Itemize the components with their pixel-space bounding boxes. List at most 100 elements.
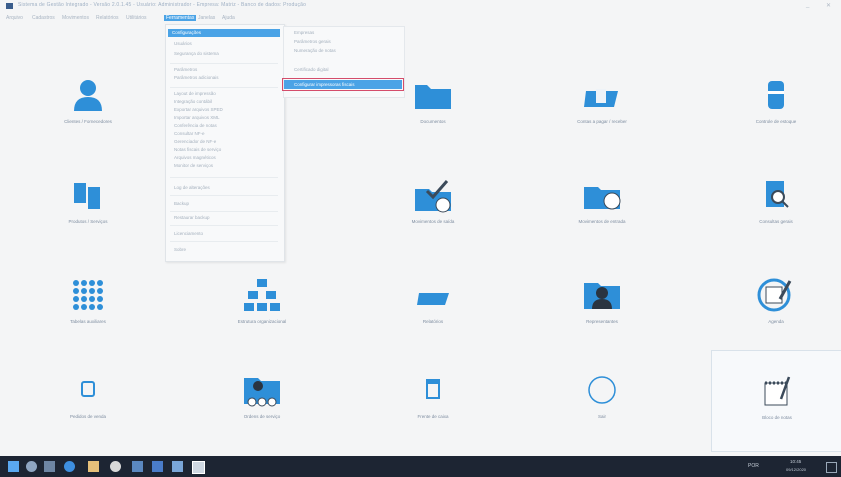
- folder-user-icon: [581, 277, 623, 313]
- folder-icon: [412, 77, 454, 113]
- menu-separator: [170, 63, 278, 64]
- module-tile[interactable]: Tabelas auxiliares: [23, 255, 153, 355]
- submenu-item[interactable]: Empresas: [294, 30, 314, 35]
- module-tile-label: Agenda: [768, 319, 784, 324]
- close-button[interactable]: ✕: [826, 2, 831, 9]
- dropdown-item[interactable]: Usuários: [174, 41, 192, 46]
- module-tile-label: Pedidos de venda: [69, 414, 107, 419]
- store-icon[interactable]: [152, 461, 163, 472]
- grid-icon: [67, 277, 109, 313]
- minimize-button[interactable]: _: [806, 2, 809, 8]
- mail-icon[interactable]: [132, 461, 143, 472]
- dropdown-item[interactable]: Parâmetros adicionais: [174, 75, 219, 80]
- notepad-pen-icon: [756, 373, 798, 409]
- folder-open-icon: [412, 277, 454, 313]
- dropdown-item[interactable]: Arquivos magnéticos: [174, 155, 216, 160]
- module-tile-label: Produtos / Serviços: [68, 219, 108, 224]
- folder-clock-icon: [581, 177, 623, 213]
- dropdown-item[interactable]: Restaurar backup: [174, 215, 210, 220]
- dropdown-item[interactable]: Sobre: [174, 247, 186, 252]
- dropdown-item[interactable]: Log de alterações: [174, 185, 210, 190]
- module-tile[interactable]: Agenda: [711, 255, 841, 355]
- module-tile[interactable]: Movimentos de entrada: [537, 155, 667, 255]
- app-icon[interactable]: [172, 461, 183, 472]
- menu-separator: [170, 241, 278, 242]
- clock-date[interactable]: 09/12/2020: [786, 467, 806, 472]
- menu-file[interactable]: Arquivo: [6, 15, 23, 21]
- dropdown-item[interactable]: Licenciamento: [174, 231, 203, 236]
- module-tile-label: Consultas gerais: [759, 219, 793, 224]
- dropdown-item[interactable]: Integração contábil: [174, 99, 212, 104]
- notepad-edit-icon: [755, 277, 797, 313]
- language-indicator[interactable]: POR: [748, 463, 759, 469]
- module-tile[interactable]: Estrutura organizacional: [197, 255, 327, 355]
- module-tile-label: Representantes: [586, 319, 618, 324]
- circle-icon: [581, 372, 623, 408]
- module-tile-label: Sair: [597, 414, 606, 419]
- module-tile[interactable]: Produtos / Serviços: [23, 155, 153, 255]
- menu-movimentos[interactable]: Movimentos: [62, 15, 89, 21]
- documents-icon: [67, 177, 109, 213]
- module-tile-label: Ordens de serviço: [243, 414, 281, 419]
- dropdown-item[interactable]: Exportar arquivos SPED: [174, 107, 223, 112]
- menu-janelas[interactable]: Janelas: [198, 15, 215, 21]
- dropdown-item[interactable]: Segurança do sistema: [174, 51, 219, 56]
- small-doc-icon: [67, 372, 109, 408]
- module-tile[interactable]: Consultas gerais: [711, 155, 841, 255]
- dropdown-item[interactable]: Layout de impressão: [174, 91, 216, 96]
- module-tile[interactable]: Relatórios: [368, 255, 498, 355]
- dropdown-item[interactable]: Importar arquivos XML: [174, 115, 220, 120]
- dropdown-item[interactable]: Monitor de serviços: [174, 163, 213, 168]
- module-tile[interactable]: Sair: [537, 350, 667, 450]
- module-tile[interactable]: Controle de estoque: [711, 55, 841, 155]
- menu-ajuda[interactable]: Ajuda: [222, 15, 235, 21]
- module-tile[interactable]: Clientes / Fornecedores: [23, 55, 153, 155]
- dropdown-item[interactable]: Backup: [174, 201, 189, 206]
- submenu-item-selected[interactable]: Configurar impressoras fiscais: [282, 78, 404, 91]
- dropdown-item[interactable]: Gerenciador de NF-e: [174, 139, 216, 144]
- module-tile-label: Documentos: [420, 119, 446, 124]
- dropdown-item[interactable]: Parâmetros: [174, 67, 197, 72]
- module-tile[interactable]: Pedidos de venda: [23, 350, 153, 450]
- module-tile-label: Controle de estoque: [755, 119, 797, 124]
- module-tile[interactable]: Ordens de serviço: [197, 350, 327, 450]
- clock-time[interactable]: 10:45: [790, 459, 801, 464]
- notifications-icon[interactable]: [826, 462, 837, 473]
- submenu-item[interactable]: Numeração de notas: [294, 48, 336, 53]
- task-view-icon[interactable]: [44, 461, 55, 472]
- database-icon: [755, 77, 797, 113]
- module-tile[interactable]: Contas a pagar / receber: [537, 55, 667, 155]
- dropdown-item[interactable]: Consultar NF-e: [174, 131, 205, 136]
- submenu-item[interactable]: Parâmetros gerais: [294, 39, 331, 44]
- module-tile-label: Frente de caixa: [417, 414, 449, 419]
- module-tile-label: Contas a pagar / receber: [577, 119, 627, 124]
- explorer-icon[interactable]: [88, 461, 99, 472]
- person-icon: [67, 77, 109, 113]
- module-tile-label: Movimentos de saída: [411, 219, 455, 224]
- menu-ferramentas[interactable]: Ferramentas: [164, 15, 197, 21]
- module-tile[interactable]: Representantes: [537, 255, 667, 355]
- folder-check-icon: [412, 177, 454, 213]
- module-tile-label: Movimentos de entrada: [578, 219, 626, 224]
- module-tile[interactable]: Movimentos de saída: [368, 155, 498, 255]
- search-icon[interactable]: [26, 461, 37, 472]
- start-icon[interactable]: [8, 461, 19, 472]
- module-tile-label: Clientes / Fornecedores: [64, 119, 112, 124]
- menu-utilitarios[interactable]: Utilitários: [126, 15, 147, 21]
- menu-relatorios[interactable]: Relatórios: [96, 15, 119, 21]
- folder-people-icon: [241, 372, 283, 408]
- module-tile[interactable]: Frente de caixa: [368, 350, 498, 450]
- module-tile[interactable]: Bloco de notas: [711, 350, 841, 452]
- dropdown-item[interactable]: Configurações: [168, 29, 280, 37]
- menu-separator: [170, 195, 278, 196]
- menu-bar: Arquivo Cadastros Movimentos Relatórios …: [0, 14, 841, 24]
- active-app-icon[interactable]: [192, 461, 205, 474]
- dropdown-item[interactable]: Notas fiscais de serviço: [174, 147, 221, 152]
- submenu-item[interactable]: Certificado digital: [294, 67, 329, 72]
- dropdown-item[interactable]: Conferência de notas: [174, 123, 217, 128]
- edge-icon[interactable]: [64, 461, 75, 472]
- title-bar: Sistema de Gestão Integrado - Versão 2.0…: [0, 0, 841, 12]
- menu-cadastros[interactable]: Cadastros: [32, 15, 55, 21]
- org-chart-icon: [241, 277, 283, 313]
- chrome-icon[interactable]: [110, 461, 121, 472]
